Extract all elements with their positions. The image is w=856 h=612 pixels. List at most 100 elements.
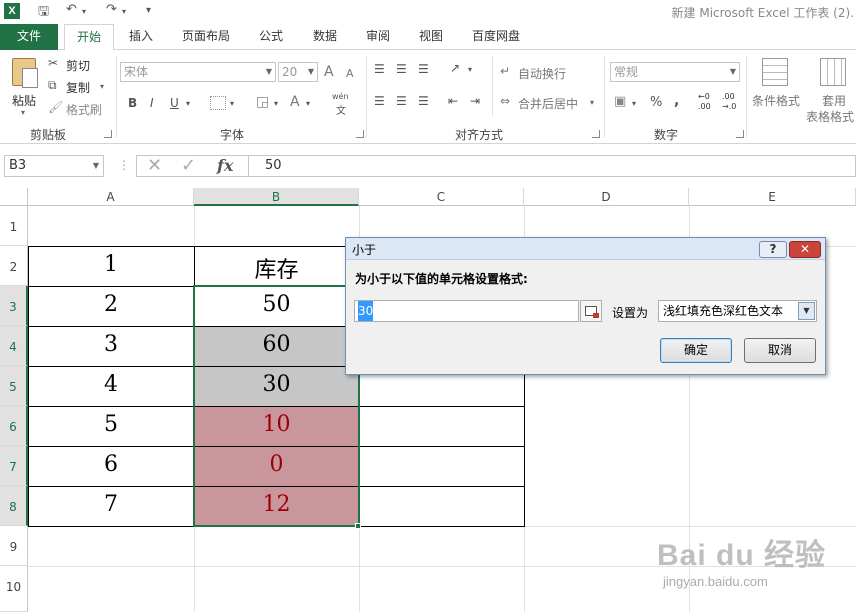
- percent-button[interactable]: %: [650, 95, 662, 110]
- row-header-8[interactable]: 8: [0, 486, 28, 526]
- row-header-1[interactable]: 1: [0, 206, 28, 246]
- italic-button[interactable]: I: [150, 96, 154, 110]
- increase-decimal-button[interactable]: ←0 .00: [698, 92, 716, 114]
- cancel-button[interactable]: 取消: [744, 338, 816, 363]
- column-header-c[interactable]: C: [359, 188, 524, 206]
- fill-color-icon[interactable]: ◲: [256, 94, 269, 110]
- close-button[interactable]: ✕: [789, 241, 821, 258]
- border-dropdown-icon[interactable]: ▾: [230, 99, 234, 108]
- decrease-decimal-button[interactable]: .00 →.0: [722, 92, 742, 114]
- font-size-combo[interactable]: 20 ▼: [278, 62, 318, 82]
- row-header-2[interactable]: 2: [0, 246, 28, 286]
- underline-dropdown-icon[interactable]: ▾: [186, 99, 190, 108]
- undo-icon[interactable]: ↶: [66, 2, 77, 17]
- column-header-a[interactable]: A: [28, 188, 194, 206]
- tab-view[interactable]: 视图: [410, 24, 452, 50]
- selection-range[interactable]: [193, 285, 360, 527]
- tab-home[interactable]: 开始: [64, 24, 114, 51]
- align-top-icon[interactable]: ☰: [374, 62, 385, 76]
- ref-edit-button[interactable]: [580, 300, 602, 322]
- row-header-5[interactable]: 5: [0, 366, 28, 406]
- number-format-combo[interactable]: 常规 ▼: [610, 62, 740, 82]
- row-header-4[interactable]: 4: [0, 326, 28, 366]
- border-icon[interactable]: [210, 96, 226, 110]
- phonetic-top[interactable]: wén: [332, 92, 349, 101]
- help-button[interactable]: ?: [759, 241, 787, 258]
- tab-baidu[interactable]: 百度网盘: [464, 24, 528, 50]
- threshold-input[interactable]: 30: [354, 300, 579, 322]
- paste-button[interactable]: 粘贴 ▾: [6, 56, 44, 117]
- fill-color-dropdown-icon[interactable]: ▾: [274, 99, 278, 108]
- tab-data[interactable]: 数据: [304, 24, 346, 50]
- format-painter-button[interactable]: 🖌 格式刷: [48, 100, 112, 118]
- orientation-dropdown-icon[interactable]: ▾: [468, 65, 472, 74]
- font-launcher-icon[interactable]: [356, 130, 364, 138]
- column-header-d[interactable]: D: [524, 188, 689, 206]
- decrease-indent-icon[interactable]: ⇤: [448, 94, 458, 108]
- number-launcher-icon[interactable]: [736, 130, 744, 138]
- cut-button[interactable]: ✂ 剪切: [48, 56, 98, 74]
- increase-indent-icon[interactable]: ⇥: [470, 94, 480, 108]
- orientation-icon[interactable]: ↗: [450, 61, 460, 75]
- insert-function-button[interactable]: fx: [217, 156, 233, 175]
- confirm-entry-icon[interactable]: ✓: [181, 155, 196, 176]
- grow-font-button[interactable]: A: [324, 64, 334, 80]
- dialog-title-bar[interactable]: 小于 ? ✕: [346, 238, 825, 260]
- formula-bar-handle-icon[interactable]: ⋮: [118, 158, 130, 172]
- cell-b2[interactable]: 库存: [194, 252, 359, 284]
- undo-dropdown-icon[interactable]: ▾: [82, 7, 86, 16]
- formula-input[interactable]: 50: [248, 155, 856, 177]
- cell-a4[interactable]: 3: [28, 332, 194, 357]
- shrink-font-button[interactable]: A: [346, 67, 354, 80]
- comma-button[interactable]: ,: [674, 93, 679, 109]
- customize-icon[interactable]: ▾: [146, 5, 151, 16]
- conditional-format-button[interactable]: 条件格式: [750, 56, 804, 126]
- column-header-b[interactable]: B: [194, 188, 359, 206]
- tab-insert[interactable]: 插入: [118, 24, 164, 50]
- name-box[interactable]: B3 ▼: [4, 155, 104, 177]
- format-select[interactable]: 浅红填充色深红色文本 ▼: [658, 300, 817, 322]
- bold-button[interactable]: B: [128, 96, 137, 110]
- row-header-3[interactable]: 3: [0, 286, 28, 326]
- select-all-corner[interactable]: [0, 188, 28, 206]
- accounting-icon[interactable]: ▣: [614, 94, 626, 109]
- fill-handle[interactable]: [355, 523, 361, 529]
- accounting-dropdown-icon[interactable]: ▾: [632, 99, 636, 108]
- cell-a2[interactable]: 1: [28, 252, 194, 277]
- tab-review[interactable]: 审阅: [357, 24, 399, 50]
- row-header-9[interactable]: 9: [0, 526, 28, 566]
- align-right-icon[interactable]: ☰: [418, 94, 429, 108]
- row-header-7[interactable]: 7: [0, 446, 28, 486]
- cell-a6[interactable]: 5: [28, 412, 194, 437]
- table-format-button[interactable]: 套用 表格格式: [804, 56, 856, 126]
- underline-button[interactable]: U: [170, 96, 179, 110]
- font-color-button[interactable]: A: [290, 94, 300, 110]
- align-center-icon[interactable]: ☰: [396, 94, 407, 108]
- tab-formulas[interactable]: 公式: [250, 24, 292, 50]
- cancel-entry-icon[interactable]: ✕: [147, 155, 162, 176]
- column-header-e[interactable]: E: [689, 188, 856, 206]
- format-select-dropdown-icon[interactable]: ▼: [798, 302, 815, 320]
- copy-button[interactable]: ⧉ 复制 ▾: [48, 78, 112, 96]
- wrap-text-button[interactable]: ↵ 自动换行: [500, 64, 580, 82]
- tab-file[interactable]: 文件: [0, 24, 58, 50]
- row-header-10[interactable]: 10: [0, 566, 28, 612]
- cell-a8[interactable]: 7: [28, 492, 194, 517]
- ok-button[interactable]: 确定: [660, 338, 732, 363]
- cell-a7[interactable]: 6: [28, 452, 194, 477]
- merge-center-button[interactable]: ⇔ 合并后居中 ▾: [500, 94, 600, 112]
- cell-a5[interactable]: 4: [28, 372, 194, 397]
- align-bottom-icon[interactable]: ☰: [418, 62, 429, 76]
- align-middle-icon[interactable]: ☰: [396, 62, 407, 76]
- redo-dropdown-icon[interactable]: ▾: [122, 7, 126, 16]
- font-color-dropdown-icon[interactable]: ▾: [306, 99, 310, 108]
- align-left-icon[interactable]: ☰: [374, 94, 385, 108]
- cell-a3[interactable]: 2: [28, 292, 194, 317]
- alignment-launcher-icon[interactable]: [592, 130, 600, 138]
- clipboard-launcher-icon[interactable]: [104, 130, 112, 138]
- redo-icon[interactable]: ↷: [106, 2, 117, 17]
- save-icon[interactable]: 🖫: [38, 2, 49, 24]
- font-name-combo[interactable]: 宋体 ▼: [120, 62, 276, 82]
- row-header-6[interactable]: 6: [0, 406, 28, 446]
- tab-page-layout[interactable]: 页面布局: [174, 24, 238, 50]
